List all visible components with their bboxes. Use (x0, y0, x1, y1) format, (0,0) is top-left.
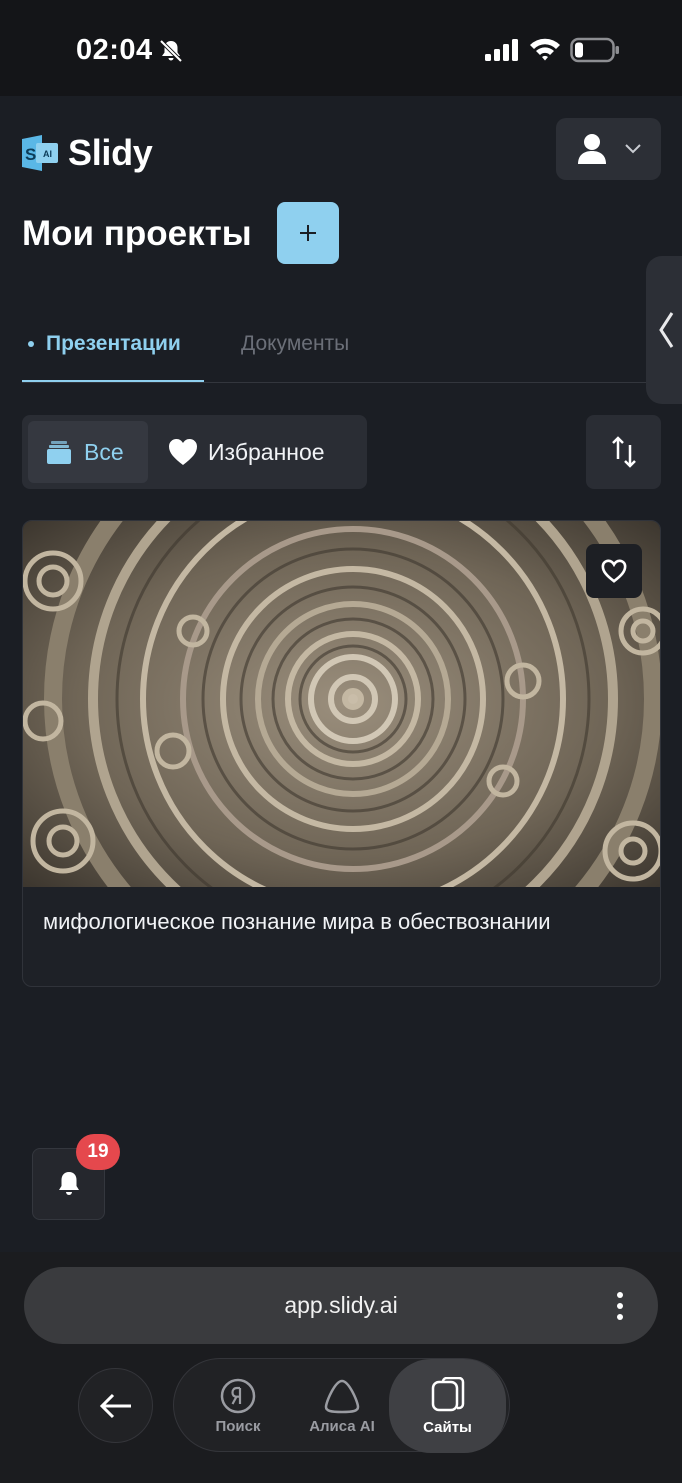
filter-favorites-button[interactable]: Избранное (168, 421, 325, 483)
nav-alice[interactable]: Алиса AI (292, 1359, 392, 1453)
sort-button[interactable] (586, 415, 661, 489)
logo-text: Slidy (68, 132, 153, 173)
tabs-divider (22, 382, 646, 383)
address-bar-url: app.slidy.ai (284, 1292, 398, 1318)
logo-badge-text: S (25, 145, 36, 164)
tab-documents[interactable]: Документы (241, 306, 349, 382)
tab-presentations[interactable]: Презентации (22, 306, 204, 382)
slidy-logo-icon: S AI (22, 135, 60, 171)
nav-search-label: Поиск (215, 1417, 261, 1435)
battery-icon (570, 37, 619, 63)
filter-group: Все Избранное (22, 415, 367, 489)
heart-icon (169, 439, 197, 465)
nav-search[interactable]: Поиск (188, 1359, 288, 1453)
cellular-signal-icon (485, 39, 518, 61)
user-menu-button[interactable] (556, 118, 661, 180)
user-icon (577, 134, 606, 164)
tabs-icon (431, 1376, 464, 1411)
logo[interactable]: S AI Slidy (22, 132, 153, 174)
browser-nav-group: Поиск Алиса AI Сайты (173, 1358, 510, 1453)
project-thumbnail (23, 521, 660, 887)
sort-arrows-icon (611, 436, 636, 468)
logo-badge-ai: AI (43, 149, 52, 159)
address-bar[interactable]: app.slidy.ai (24, 1267, 658, 1344)
arrow-left-icon (99, 1393, 131, 1418)
nav-alice-label: Алиса AI (309, 1417, 375, 1435)
page-title: Мои проекты (22, 214, 252, 253)
tab-documents-label: Документы (241, 332, 350, 355)
status-time: 02:04 (76, 34, 153, 66)
active-dot (28, 341, 34, 347)
stack-icon (47, 441, 71, 464)
chevron-left-icon (659, 312, 674, 348)
plus-icon (300, 225, 316, 241)
nav-sites-label: Сайты (423, 1418, 472, 1436)
add-project-button[interactable] (277, 202, 339, 264)
app-viewport: S AI Slidy Мои проекты Презентации Докум… (0, 96, 682, 1252)
more-vertical-icon[interactable] (612, 1291, 628, 1321)
notification-count-badge: 19 (76, 1134, 120, 1170)
chevron-down-icon (624, 144, 641, 154)
favorite-toggle-button[interactable] (586, 544, 642, 598)
side-panel-toggle[interactable] (646, 256, 682, 404)
yandex-search-icon (220, 1378, 256, 1413)
bell-slash-icon (159, 39, 183, 63)
wifi-icon (530, 38, 560, 61)
browser-toolbar: app.slidy.ai Поиск Алиса AI Сайты (0, 1252, 682, 1483)
bell-icon (58, 1172, 79, 1195)
alice-icon (324, 1379, 360, 1413)
tab-presentations-label: Презентации (46, 332, 181, 355)
status-bar: 02:04 (0, 0, 682, 96)
project-type-tabs: Презентации Документы (22, 306, 646, 384)
filter-all-button[interactable]: Все (28, 421, 148, 483)
project-card[interactable]: мифологическое познание мира в обествозн… (22, 520, 661, 987)
filter-favorites-label: Избранное (208, 438, 325, 465)
back-button[interactable] (78, 1368, 153, 1443)
filter-all-label: Все (84, 438, 124, 465)
heart-outline-icon (601, 559, 627, 583)
project-title: мифологическое познание мира в обествозн… (43, 909, 551, 934)
nav-sites[interactable]: Сайты (389, 1359, 506, 1453)
